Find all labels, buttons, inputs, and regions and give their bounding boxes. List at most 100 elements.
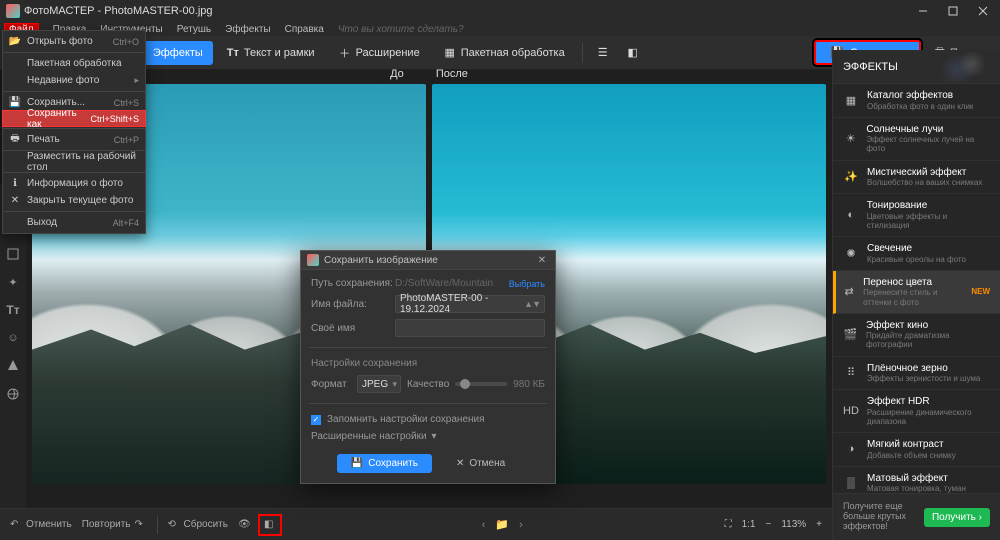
effect-item[interactable]: ✺ СвечениеКрасивые ореолы на фото [833, 237, 1000, 271]
tool-globe-icon[interactable] [5, 386, 21, 402]
file-menu-item[interactable]: Недавние фото▸ [3, 72, 145, 89]
advanced-toggle[interactable]: Расширенные настройки▾ [311, 431, 545, 442]
save-settings-header: Настройки сохранения [311, 358, 545, 369]
sliders-icon: ☰ [597, 47, 609, 59]
menu-help[interactable]: Справка [285, 24, 324, 35]
dialog-app-icon [307, 254, 319, 266]
file-menu-item[interactable]: 📂Открыть фотоCtrl+O [3, 33, 145, 50]
text-icon: Tт [227, 47, 239, 59]
effect-item[interactable]: ⠿ Плёночное зерноЭффекты зернистости и ш… [833, 357, 1000, 391]
app-icon [6, 4, 20, 18]
dialog-cancel-button[interactable]: ✕Отмена [442, 454, 519, 473]
filename-input[interactable]: PhotoMASTER-00 - 19.12.2024▲▼ [395, 295, 545, 313]
effect-item[interactable]: ✨ Мистический эффектВолшебство на ваших … [833, 161, 1000, 195]
fit-label[interactable]: 1:1 [742, 519, 756, 530]
close-button[interactable] [968, 0, 998, 22]
menu-effects[interactable]: Эффекты [225, 24, 270, 35]
dialog-close-button[interactable]: ✕ [535, 255, 549, 266]
tool-text2-icon[interactable]: Tт [5, 302, 21, 318]
blank-icon [9, 156, 21, 168]
effects-panel-title: ЭФФЕКТЫ [833, 50, 1000, 84]
effect-icon: ✨ [843, 169, 859, 185]
remember-label: Запомнить настройки сохранения [327, 414, 485, 425]
effect-item[interactable]: ◑ Мягкий контрастДобавьте объем снимку [833, 433, 1000, 467]
file-menu-item[interactable]: Разместить на рабочий стол [3, 153, 145, 170]
tool-frame-icon[interactable] [5, 246, 21, 262]
format-select[interactable]: JPEG▾ [357, 375, 401, 393]
bottom-bar: ↶Отменить Повторить↷ ⟲Сбросить 👁 ◧ ‹ 📁 ›… [0, 508, 832, 540]
effect-icon: ⇄ [843, 284, 855, 300]
menu-retouch[interactable]: Ретушь [177, 24, 211, 35]
redo-button[interactable]: Повторить↷ [82, 519, 147, 531]
effect-item[interactable]: ◐ ТонированиеЦветовые эффекты и стилизац… [833, 194, 1000, 237]
blank-icon [9, 75, 21, 87]
save-icon: 💾 [9, 97, 21, 109]
redo-icon: ↷ [135, 519, 147, 531]
effect-item[interactable]: ⇄ Перенос цветаПеренесите стиль и оттенк… [833, 271, 1000, 314]
tool-person-icon[interactable]: ☺ [5, 330, 21, 346]
tool-shape-icon[interactable] [5, 358, 21, 374]
remember-checkbox[interactable]: ✓ [311, 415, 321, 425]
reset-icon: ⟲ [168, 519, 180, 531]
file-menu-item[interactable]: ВыходAlt+F4 [3, 214, 145, 231]
maximize-button[interactable] [938, 0, 968, 22]
tool-compare[interactable]: ◧ [620, 41, 646, 65]
tool-text[interactable]: TтТекст и рамки [217, 41, 325, 65]
file-menu-item[interactable]: Пакетная обработка [3, 55, 145, 72]
minimize-button[interactable] [908, 0, 938, 22]
effect-item[interactable]: ▦ Каталог эффектовОбработка фото в один … [833, 84, 1000, 118]
blank-icon [9, 113, 21, 125]
info-icon: ℹ [9, 178, 21, 190]
zoom-in-button[interactable]: + [816, 519, 822, 530]
file-menu-dropdown: 📂Открыть фотоCtrl+O Пакетная обработкаНед… [2, 30, 146, 234]
undo-button[interactable]: ↶Отменить [10, 519, 72, 531]
customname-label: Своё имя [311, 323, 389, 334]
file-menu-item[interactable]: Сохранить какCtrl+Shift+S [2, 110, 146, 127]
save-dialog: Сохранить изображение ✕ Путь сохранения:… [300, 250, 556, 484]
file-menu-item[interactable]: ✕Закрыть текущее фото [3, 192, 145, 209]
size-estimate: 980 КБ [513, 379, 545, 390]
effect-icon: ☀ [843, 131, 858, 147]
get-more-button[interactable]: Получить › [924, 508, 990, 527]
file-menu-item[interactable]: ℹИнформация о фото [3, 175, 145, 192]
title-bar: ФотоМАСТЕР - PhotoMASTER-00.jpg [0, 0, 1000, 22]
customname-input[interactable] [395, 319, 545, 337]
nav-prev[interactable]: ‹ [482, 519, 486, 531]
effect-icon: ▒ [843, 475, 859, 491]
effect-icon: ⠿ [843, 365, 859, 381]
quality-slider[interactable] [455, 382, 507, 386]
tool-sliders[interactable]: ☰ [590, 41, 616, 65]
file-menu-item[interactable]: 🖶ПечатьCtrl+P [3, 131, 145, 148]
reset-button[interactable]: ⟲Сбросить [168, 519, 228, 531]
tool-extend[interactable]: ＋Расширение [329, 41, 430, 65]
effect-icon: ✺ [843, 245, 859, 261]
nav-next[interactable]: › [519, 519, 523, 531]
tool-sparkle2-icon[interactable]: ✦ [5, 274, 21, 290]
effect-item[interactable]: 🎬 Эффект киноПридайте драматизма фотогра… [833, 314, 1000, 357]
choose-path-link[interactable]: Выбрать [509, 279, 545, 289]
tool-batch[interactable]: ▦Пакетная обработка [434, 41, 575, 65]
effect-icon: HD [843, 403, 859, 419]
close-icon: ✕ [456, 458, 464, 469]
dialog-save-button[interactable]: 💾Сохранить [337, 454, 432, 473]
chevron-down-icon: ▾ [432, 431, 437, 442]
new-badge: NEW [971, 287, 990, 296]
menu-search[interactable]: Что вы хотите сделать? [338, 24, 1000, 35]
effect-icon: ◐ [843, 207, 859, 223]
dialog-title-bar[interactable]: Сохранить изображение ✕ [301, 251, 555, 270]
effect-item[interactable]: HD Эффект HDRРасширение динамического ди… [833, 390, 1000, 433]
effect-item[interactable]: ☀ Солнечные лучиЭффект солнечных лучей н… [833, 118, 1000, 161]
quality-label: Качество [407, 379, 449, 390]
effects-panel: ЭФФЕКТЫ ▦ Каталог эффектовОбработка фото… [832, 50, 1000, 540]
path-value: D:/SoftWare/Mountain [395, 278, 493, 289]
preview-toggle[interactable]: 👁 [238, 519, 250, 531]
zoom-value: 113% [781, 519, 806, 530]
folder-icon[interactable]: 📁 [495, 518, 509, 531]
batch-icon: ▦ [444, 47, 456, 59]
zoom-out-button[interactable]: − [765, 519, 771, 530]
undo-icon: ↶ [10, 519, 22, 531]
format-label: Формат [311, 379, 351, 390]
effect-item[interactable]: ▒ Матовый эффектМатовая тонировка, туман [833, 467, 1000, 494]
fit-screen-icon[interactable]: ⛶ [725, 519, 732, 530]
compare-toggle[interactable]: ◧ [260, 516, 280, 534]
